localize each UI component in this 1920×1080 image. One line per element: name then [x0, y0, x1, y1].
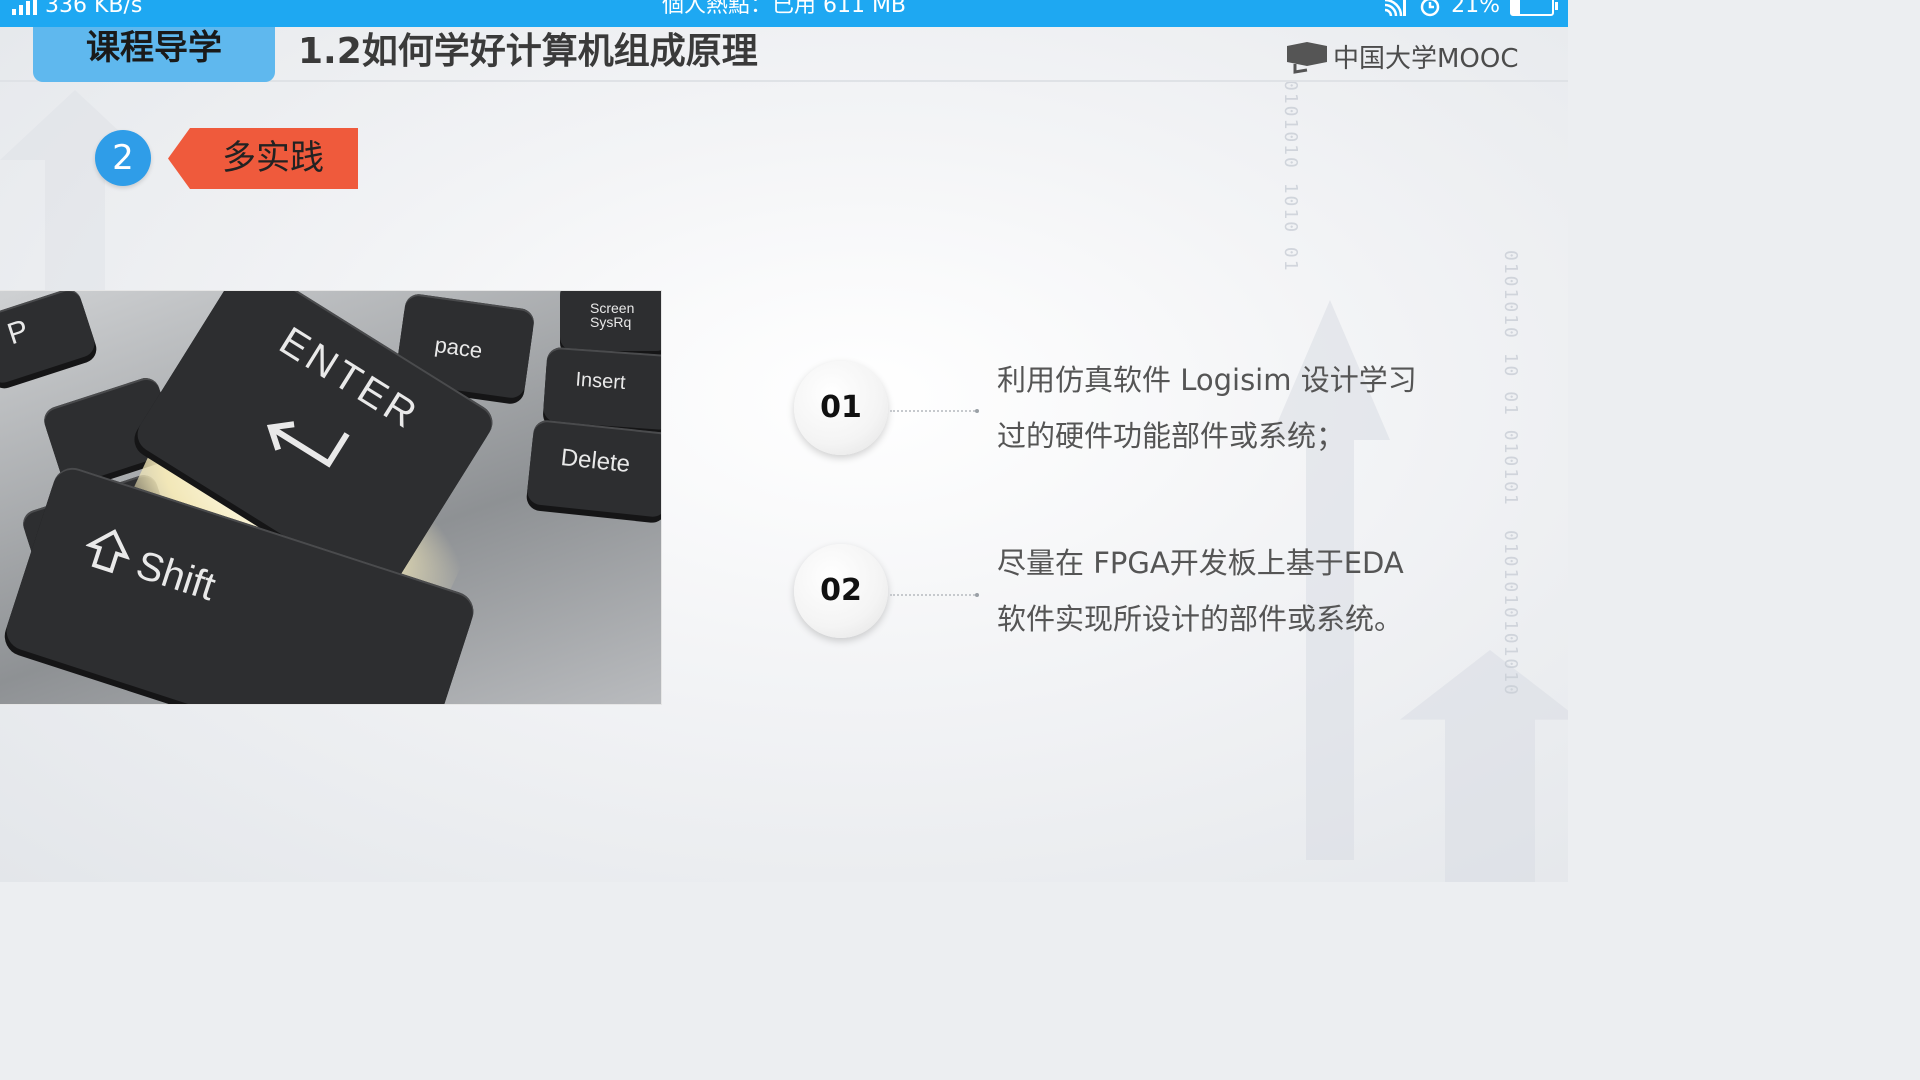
alarm-icon — [1420, 0, 1440, 16]
point-2-text: 尽量在 FPGA开发板上基于EDA 软件实现所设计的部件或系统。 — [997, 535, 1467, 647]
deco-arrow-left — [0, 90, 150, 290]
cast-icon — [1384, 0, 1407, 16]
key-p: P — [0, 291, 99, 387]
point-1-connector — [890, 410, 975, 412]
point-2-line-1: 尽量在 FPGA开发板上基于EDA — [997, 546, 1404, 580]
section-tag: 多实践 — [168, 128, 358, 189]
shift-arrow-icon — [85, 529, 131, 574]
battery-icon — [1510, 0, 1558, 16]
point-1-dot — [975, 409, 979, 413]
point-2-connector — [890, 594, 975, 596]
key-screen: Screen SysRq — [560, 291, 661, 351]
deco-binary-3: 0101010101010 — [1500, 530, 1521, 697]
key-insert: Insert — [542, 346, 661, 431]
section-number: 2 — [95, 130, 151, 186]
point-1-text: 利用仿真软件 Logisim 设计学习 过的硬件功能部件或系统； — [997, 352, 1467, 464]
course-guide-tab[interactable]: 课程导学 — [33, 27, 275, 82]
point-2-dot — [975, 593, 979, 597]
deco-arrow-far-right — [1400, 650, 1568, 882]
hotspot-status: 個人熱點：已用 611 MB — [661, 0, 907, 18]
point-2-badge: 02 — [794, 544, 888, 638]
battery-percent: 21% — [1451, 0, 1500, 18]
section-label: 多实践 — [222, 138, 324, 178]
point-1-line-1: 利用仿真软件 Logisim 设计学习 — [997, 363, 1417, 397]
deco-binary-2: 0101010 10 01 010101 — [1500, 250, 1521, 507]
key-delete: Delete — [525, 418, 661, 519]
point-2-line-2: 软件实现所设计的部件或系统。 — [997, 602, 1404, 636]
keyboard-photo: P pace Screen SysRq Insert Delete ENTER … — [0, 291, 661, 704]
point-1-badge: 01 — [794, 361, 888, 455]
status-bar: 336 KB/s 個人熱點：已用 611 MB 21% — [0, 0, 1568, 27]
point-1-line-2: 过的硬件功能部件或系统； — [997, 419, 1346, 453]
slide: 0101010 1010 01 0101010 10 01 010101 010… — [0, 0, 1568, 882]
return-arrow-icon — [266, 421, 350, 468]
page-title: 1.2如何学好计算机组成原理 — [298, 31, 758, 72]
mooc-logo-text: 中国大学MOOC — [1333, 44, 1519, 74]
deco-binary-1: 0101010 1010 01 — [1280, 80, 1301, 273]
mooc-logo-icon — [1287, 41, 1327, 74]
mooc-logo: 中国大学MOOC — [1285, 38, 1519, 75]
